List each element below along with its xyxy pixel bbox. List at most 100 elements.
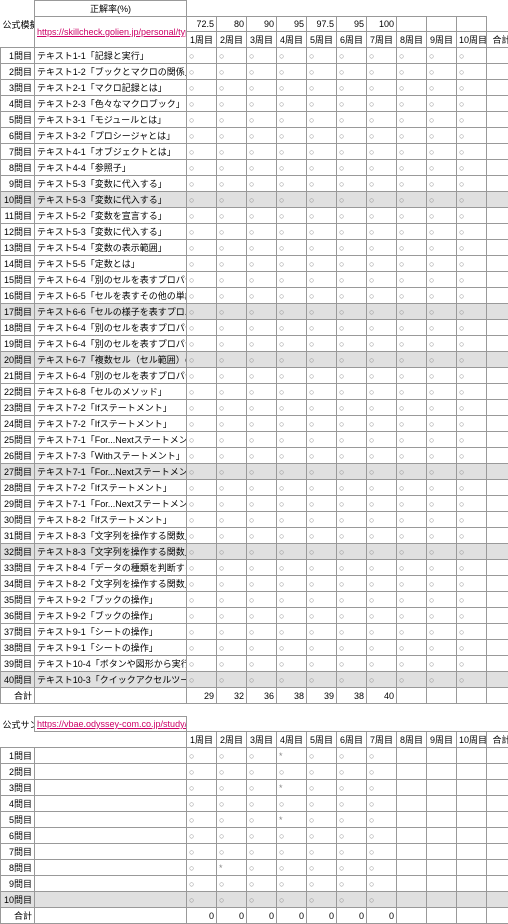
mark-cell[interactable]: ○ <box>307 320 337 336</box>
mark-cell[interactable]: ○ <box>427 640 457 656</box>
mark-cell[interactable]: ○ <box>427 496 457 512</box>
mark-cell[interactable]: ○ <box>277 384 307 400</box>
mark-cell[interactable]: ○ <box>217 672 247 688</box>
sample-link[interactable]: https://vbae.odyssey-com.co.jp/study/sam… <box>37 719 187 729</box>
mark-cell[interactable]: ○ <box>397 608 427 624</box>
mark-cell[interactable]: ○ <box>277 304 307 320</box>
mark-cell[interactable]: ○ <box>187 144 217 160</box>
mark-cell[interactable]: ○ <box>397 128 427 144</box>
mark-cell[interactable]: ○ <box>367 128 397 144</box>
mark-cell[interactable]: ○ <box>457 320 487 336</box>
mark-cell[interactable]: ○ <box>397 384 427 400</box>
mark-cell[interactable] <box>457 860 487 876</box>
mark-cell[interactable]: ○ <box>457 432 487 448</box>
mark-cell[interactable]: ○ <box>337 80 367 96</box>
mark-cell[interactable]: ○ <box>307 576 337 592</box>
mark-cell[interactable]: ○ <box>277 892 307 908</box>
mark-cell[interactable]: ○ <box>367 416 397 432</box>
mark-cell[interactable]: ○ <box>187 672 217 688</box>
mark-cell[interactable]: ○ <box>397 112 427 128</box>
mark-cell[interactable]: ○ <box>217 528 247 544</box>
mark-cell[interactable]: ○ <box>427 256 457 272</box>
mark-cell[interactable]: ○ <box>397 656 427 672</box>
mark-cell[interactable]: ○ <box>457 128 487 144</box>
mark-cell[interactable]: ○ <box>247 128 277 144</box>
mark-cell[interactable]: ○ <box>217 112 247 128</box>
mark-cell[interactable]: ○ <box>427 160 457 176</box>
mark-cell[interactable]: ○ <box>187 448 217 464</box>
mark-cell[interactable]: ○ <box>247 672 277 688</box>
mark-cell[interactable]: ○ <box>277 96 307 112</box>
mark-cell[interactable]: ○ <box>217 432 247 448</box>
mark-cell[interactable]: ○ <box>187 496 217 512</box>
mark-cell[interactable]: ○ <box>397 512 427 528</box>
mark-cell[interactable]: ○ <box>247 780 277 796</box>
mark-cell[interactable]: ○ <box>217 288 247 304</box>
mark-cell[interactable]: ○ <box>307 892 337 908</box>
mark-cell[interactable]: ○ <box>277 448 307 464</box>
mark-cell[interactable]: ○ <box>427 528 457 544</box>
mark-cell[interactable]: ○ <box>217 640 247 656</box>
mark-cell[interactable]: ○ <box>457 112 487 128</box>
mark-cell[interactable]: ○ <box>397 464 427 480</box>
mark-cell[interactable]: ○ <box>337 256 367 272</box>
mark-cell[interactable]: ○ <box>277 828 307 844</box>
mark-cell[interactable]: ○ <box>187 336 217 352</box>
mark-cell[interactable]: ○ <box>307 812 337 828</box>
mark-cell[interactable]: ○ <box>307 224 337 240</box>
mark-cell[interactable]: ○ <box>427 272 457 288</box>
mark-cell[interactable]: ○ <box>337 844 367 860</box>
mark-cell[interactable]: ○ <box>367 384 397 400</box>
mark-cell[interactable]: ○ <box>217 320 247 336</box>
mark-cell[interactable]: ○ <box>397 144 427 160</box>
mark-cell[interactable]: ○ <box>307 448 337 464</box>
mark-cell[interactable]: ○ <box>337 640 367 656</box>
mark-cell[interactable]: ○ <box>247 876 277 892</box>
mark-cell[interactable]: ○ <box>427 368 457 384</box>
mark-cell[interactable]: ○ <box>277 432 307 448</box>
mark-cell[interactable]: ○ <box>307 544 337 560</box>
mark-cell[interactable]: ○ <box>457 288 487 304</box>
mark-cell[interactable]: ○ <box>427 416 457 432</box>
mark-cell[interactable]: ○ <box>337 560 367 576</box>
mark-cell[interactable]: ○ <box>187 400 217 416</box>
mark-cell[interactable]: ○ <box>337 48 367 64</box>
mark-cell[interactable] <box>397 796 427 812</box>
mark-cell[interactable] <box>457 796 487 812</box>
mark-cell[interactable]: ○ <box>307 480 337 496</box>
mark-cell[interactable]: ○ <box>337 656 367 672</box>
mark-cell[interactable]: ○ <box>397 96 427 112</box>
mark-cell[interactable]: ○ <box>277 64 307 80</box>
mark-cell[interactable]: ○ <box>367 240 397 256</box>
mark-cell[interactable]: ○ <box>427 480 457 496</box>
mark-cell[interactable]: ○ <box>427 672 457 688</box>
mark-cell[interactable]: ○ <box>307 608 337 624</box>
mark-cell[interactable]: ○ <box>277 844 307 860</box>
mark-cell[interactable]: ○ <box>187 624 217 640</box>
mark-cell[interactable]: ○ <box>187 528 217 544</box>
mark-cell[interactable]: ○ <box>337 240 367 256</box>
mark-cell[interactable]: ○ <box>277 128 307 144</box>
mark-cell[interactable]: ○ <box>187 812 217 828</box>
mark-cell[interactable] <box>397 844 427 860</box>
mark-cell[interactable]: ○ <box>277 608 307 624</box>
mark-cell[interactable]: ○ <box>337 320 367 336</box>
mark-cell[interactable]: ○ <box>367 256 397 272</box>
mark-cell[interactable]: ○ <box>277 860 307 876</box>
mark-cell[interactable]: ○ <box>277 240 307 256</box>
mark-cell[interactable]: ○ <box>187 544 217 560</box>
mark-cell[interactable]: ○ <box>307 208 337 224</box>
mark-cell[interactable]: ○ <box>457 608 487 624</box>
mark-cell[interactable]: ○ <box>277 656 307 672</box>
mark-cell[interactable]: ○ <box>397 256 427 272</box>
mark-cell[interactable]: ○ <box>277 796 307 812</box>
mark-cell[interactable]: ○ <box>397 480 427 496</box>
mark-cell[interactable]: ○ <box>457 304 487 320</box>
mark-cell[interactable]: ○ <box>277 160 307 176</box>
mark-cell[interactable]: ○ <box>367 764 397 780</box>
mark-cell[interactable]: ○ <box>337 608 367 624</box>
mark-cell[interactable]: ○ <box>217 416 247 432</box>
mark-cell[interactable] <box>457 892 487 908</box>
mark-cell[interactable] <box>457 844 487 860</box>
mark-cell[interactable]: ○ <box>217 224 247 240</box>
